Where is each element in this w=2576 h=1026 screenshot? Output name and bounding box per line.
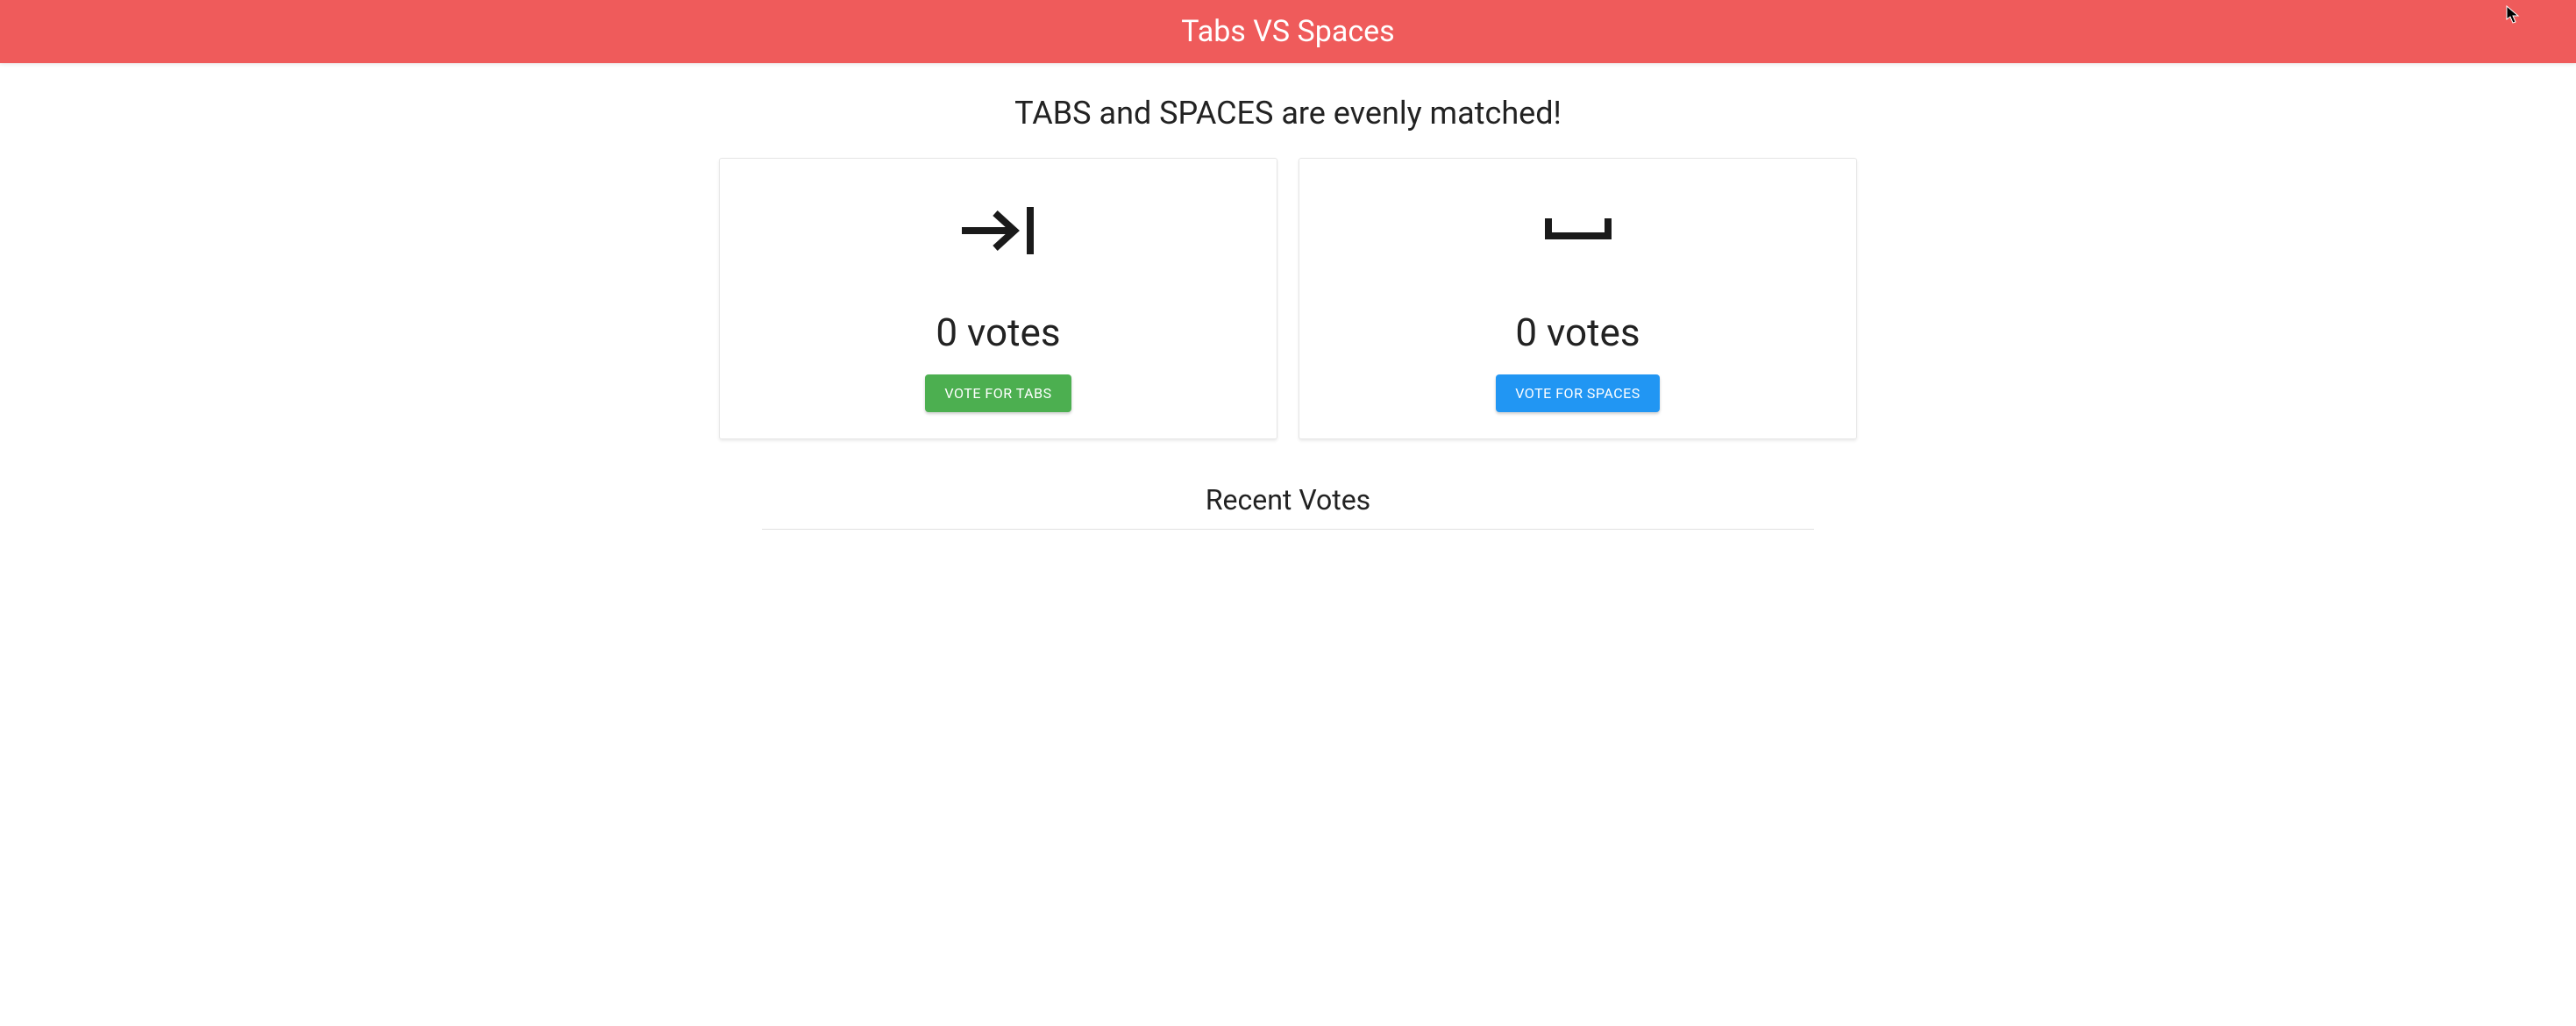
app-header: Tabs VS Spaces xyxy=(0,0,2576,63)
recent-votes-divider xyxy=(762,529,1814,530)
main-container: TABS and SPACES are evenly matched! xyxy=(705,95,1871,530)
spaces-card: 0 votes VOTE FOR SPACES xyxy=(1299,158,1857,439)
app-title: Tabs VS Spaces xyxy=(1181,14,1394,49)
vote-spaces-button[interactable]: VOTE FOR SPACES xyxy=(1496,374,1660,412)
tab-icon xyxy=(737,187,1259,274)
vote-tabs-button[interactable]: VOTE FOR TABS xyxy=(925,374,1071,412)
recent-votes-heading: Recent Votes xyxy=(719,483,1857,517)
tabs-vote-count: 0 votes xyxy=(737,310,1259,355)
vote-cards-row: 0 votes VOTE FOR TABS 0 votes VOTE FOR S… xyxy=(719,158,1857,439)
tabs-card: 0 votes VOTE FOR TABS xyxy=(719,158,1277,439)
status-heading: TABS and SPACES are evenly matched! xyxy=(719,95,1857,132)
spaces-vote-count: 0 votes xyxy=(1317,310,1839,355)
space-icon xyxy=(1317,187,1839,274)
